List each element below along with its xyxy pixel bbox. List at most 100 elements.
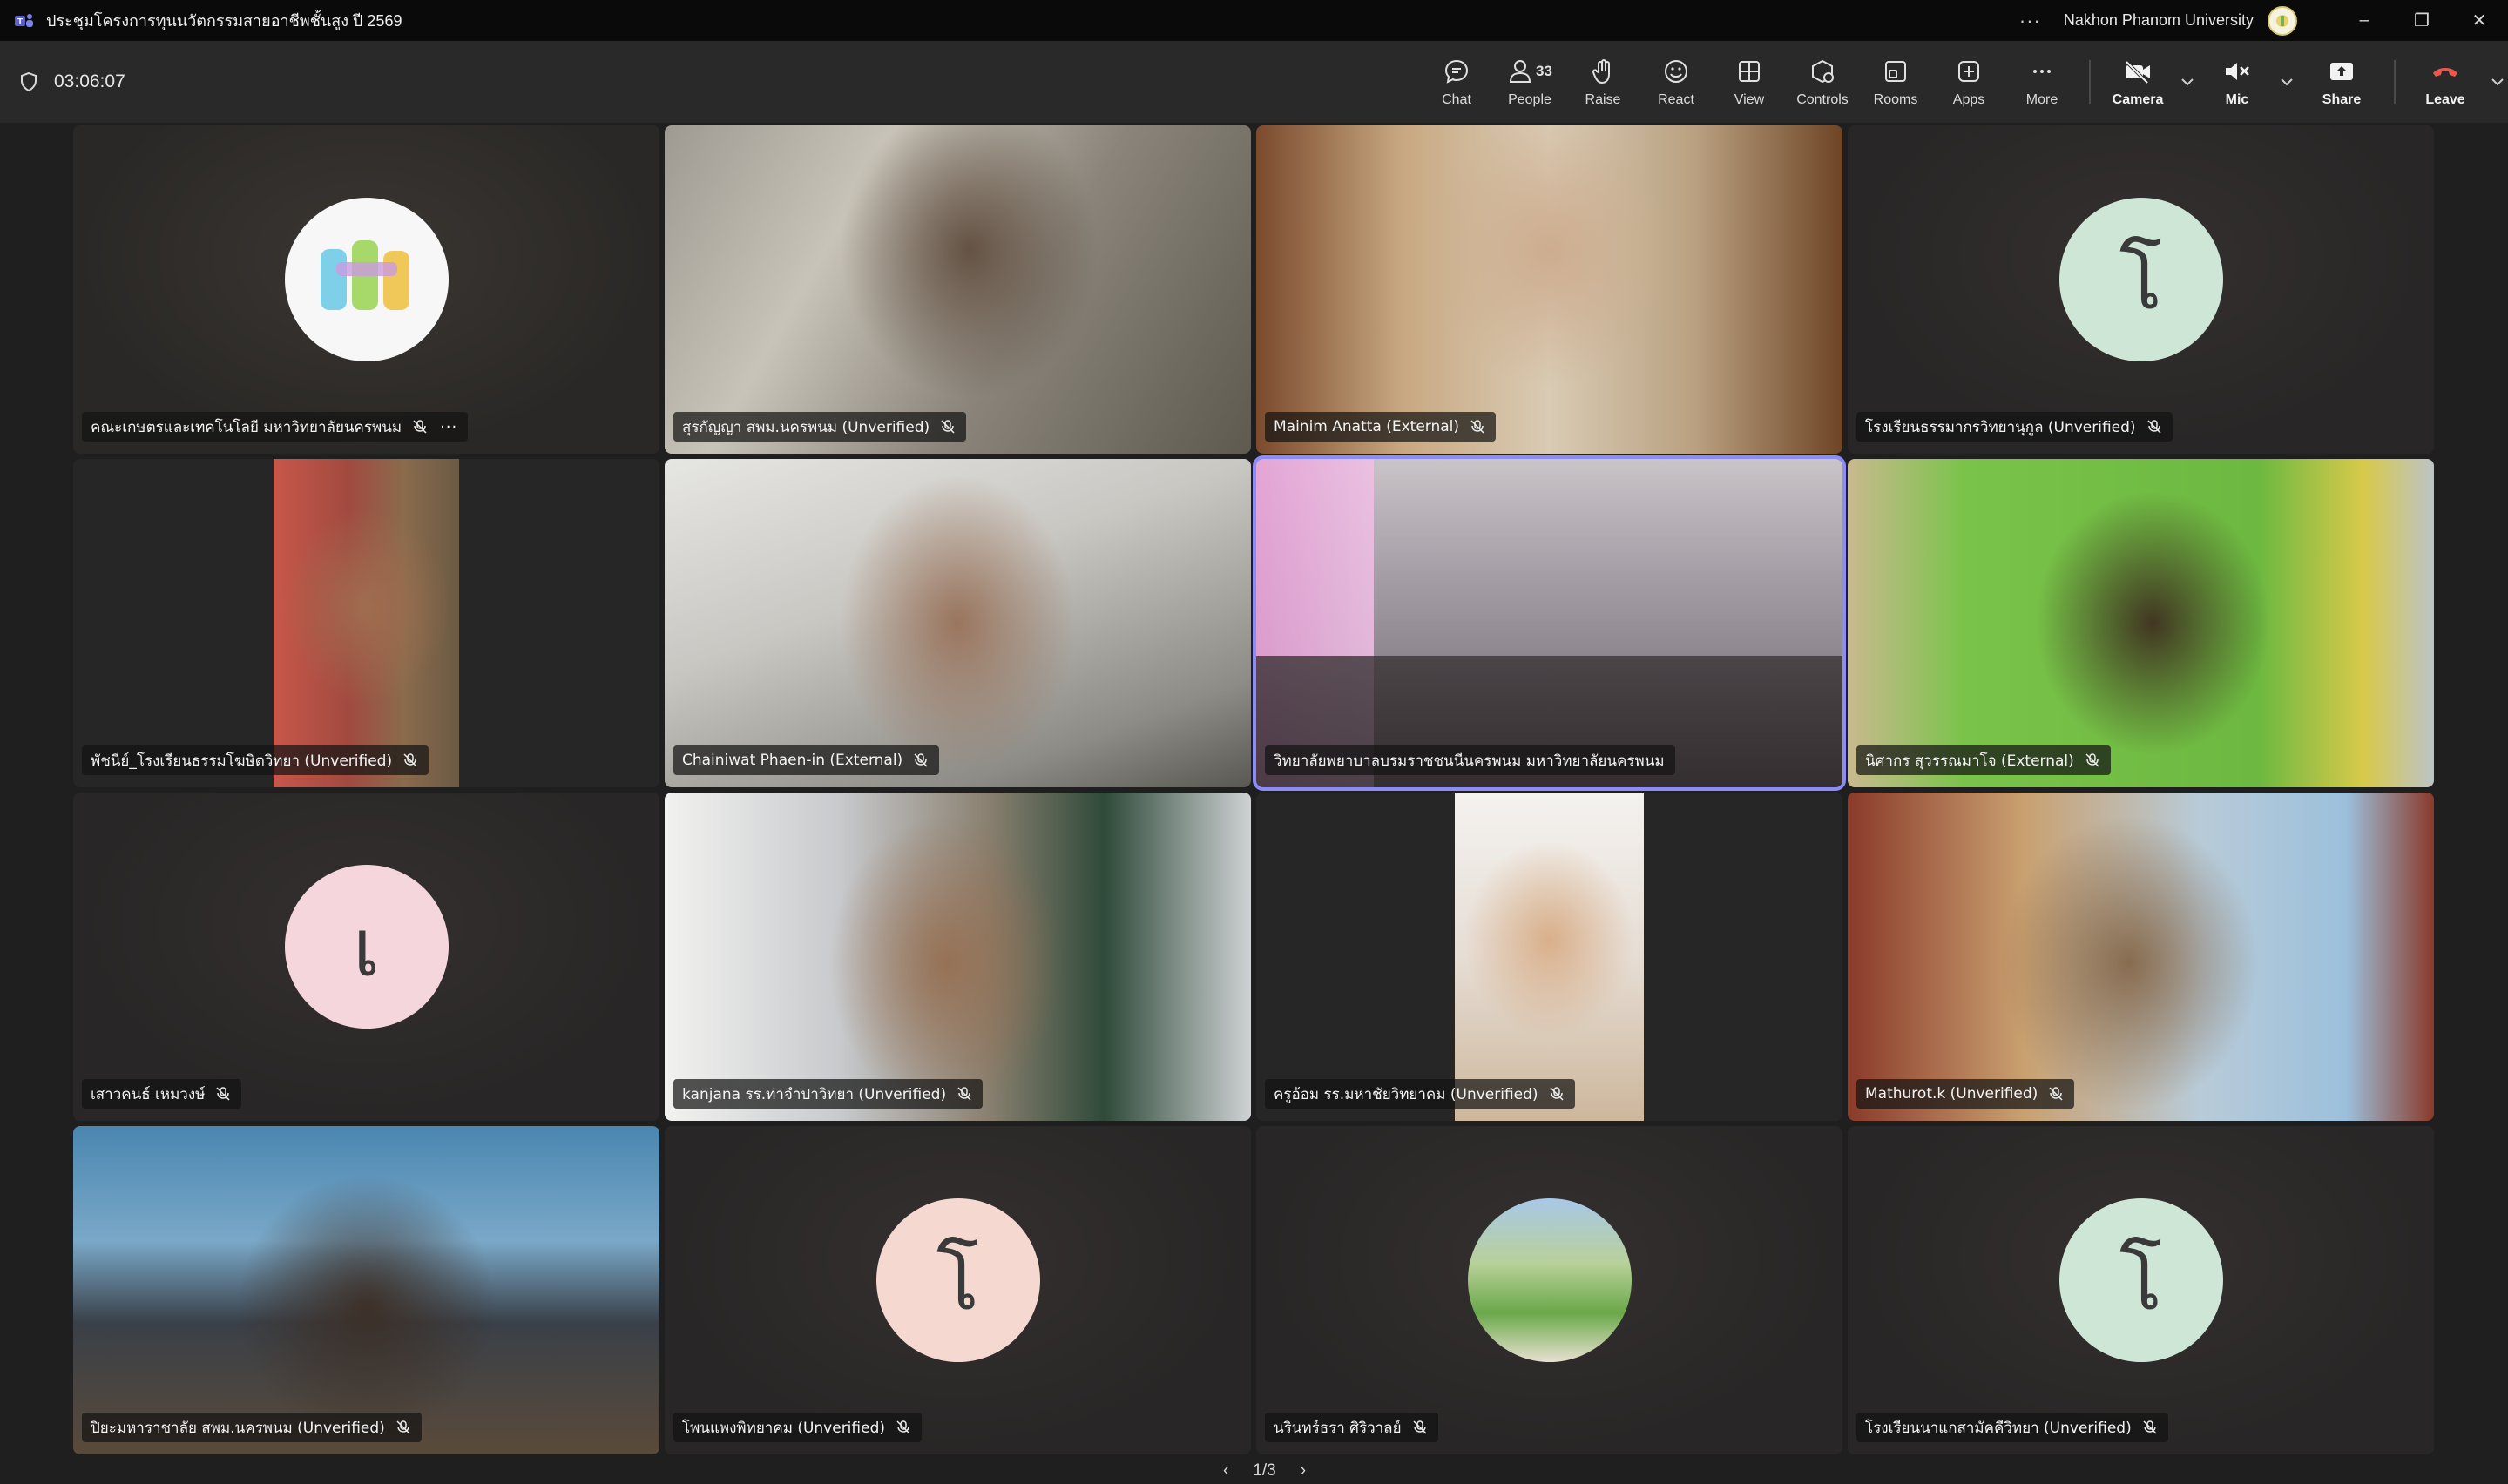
apps-label: Apps <box>1952 92 1985 107</box>
participant-name-tag: เสาวคนธ์ เหมวงษ์ <box>82 1079 242 1109</box>
leave-options-chevron-icon[interactable] <box>2484 41 2508 123</box>
raise-hand-button[interactable]: Raise <box>1566 41 1639 123</box>
participant-tile[interactable]: ปิยะมหาราชาลัย สพม.นครพนม (Unverified) <box>73 1126 659 1454</box>
teams-icon: T <box>15 11 34 30</box>
chat-icon <box>1444 59 1469 84</box>
mic-muted-icon <box>412 419 428 435</box>
participant-name-tag: โรงเรียนนาแกสามัคคีวิทยา (Unverified) <box>1856 1413 2168 1442</box>
title-bar: T ประชุมโครงการทุนนวัตกรรมสายอาชีพชั้นสู… <box>0 0 2508 41</box>
participant-tile[interactable]: คณะเกษตรและเทคโนโลยี มหาวิทยาลัยนครพนม ·… <box>73 125 659 454</box>
participant-tile-active-speaker[interactable]: วิทยาลัยพยาบาลบรมราชชนนีนครพนม มหาวิทยาล… <box>1256 459 1842 787</box>
mic-muted-icon <box>395 1420 411 1435</box>
title-more-button[interactable]: ··· <box>2019 10 2041 32</box>
close-button[interactable]: ✕ <box>2451 0 2508 41</box>
participant-name: นิศากร สุวรรณมาโจ (External) <box>1865 752 2074 770</box>
participant-initial-avatar: โ <box>2058 198 2223 362</box>
grid-view-icon <box>1739 61 1760 82</box>
participant-more-button[interactable]: ··· <box>440 418 457 436</box>
next-page-button[interactable]: › <box>1301 1461 1306 1481</box>
more-button[interactable]: More <box>2005 41 2079 123</box>
participant-name-tag: Mainim Anatta (External) <box>1265 412 1497 442</box>
camera-button[interactable]: Camera <box>2101 41 2174 123</box>
mic-muted-icon <box>2226 63 2249 80</box>
participant-name-tag: วิทยาลัยพยาบาลบรมราชชนนีนครพนม มหาวิทยาล… <box>1265 745 1675 775</box>
camera-options-chevron-icon[interactable] <box>2174 41 2200 123</box>
participant-tile[interactable]: โ โรงเรียนนาแกสามัคคีวิทยา (Unverified) <box>1848 1126 2434 1454</box>
people-count: 33 <box>1536 63 1552 79</box>
participant-name-tag: พัชนีย์_โรงเรียนธรรมโฆษิตวิทยา (Unverifi… <box>82 745 429 775</box>
elapsed-time: 03:06:07 <box>54 71 125 91</box>
chat-button[interactable]: Chat <box>1420 41 1493 123</box>
participant-tile[interactable]: พัชนีย์_โรงเรียนธรรมโฆษิตวิทยา (Unverifi… <box>73 459 659 787</box>
participant-name: ครูอ้อม รร.มหาชัยวิทยาคม (Unverified) <box>1274 1085 1538 1103</box>
participant-name-tag: Chainiwat Phaen-in (External) <box>673 745 940 775</box>
mic-options-chevron-icon[interactable] <box>2274 41 2300 123</box>
leave-label: Leave <box>2425 92 2465 107</box>
window-title: ประชุมโครงการทุนนวัตกรรมสายอาชีพชั้นสูง … <box>46 12 402 30</box>
org-name[interactable]: Nakhon Phanom University <box>2064 11 2254 30</box>
participant-name: โรงเรียนธรรมากรวิทยานุกูล (Unverified) <box>1865 418 2136 436</box>
hang-up-icon <box>2433 68 2457 77</box>
participant-name: พัชนีย์_โรงเรียนธรรมโฆษิตวิทยา (Unverifi… <box>91 752 393 770</box>
participant-initial-avatar: โ <box>875 1198 1040 1363</box>
participant-name-tag: นิศากร สุวรรณมาโจ (External) <box>1856 745 2111 775</box>
rooms-label: Rooms <box>1873 92 1918 107</box>
chat-label: Chat <box>1442 92 1471 107</box>
minimize-button[interactable]: – <box>2336 0 2393 41</box>
participant-tile[interactable]: โ โพนแพงพิทยาคม (Unverified) <box>665 1126 1251 1454</box>
view-button[interactable]: View <box>1713 41 1786 123</box>
participant-name: ปิยะมหาราชาลัย สพม.นครพนม (Unverified) <box>91 1419 385 1437</box>
mic-muted-icon <box>2085 752 2100 768</box>
camera-label: Camera <box>2112 92 2164 107</box>
participant-tile[interactable]: นรินทร์ธรา ศิริวาลย์ <box>1256 1126 1842 1454</box>
participant-tile[interactable]: Chainiwat Phaen-in (External) <box>665 459 1251 787</box>
mic-muted-icon <box>2142 1420 2158 1435</box>
grid-pagination: ‹ 1/3 › <box>1211 1461 1318 1481</box>
share-button[interactable]: Share <box>2300 41 2383 123</box>
participant-tile[interactable]: เ เสาวคนธ์ เหมวงษ์ <box>73 793 659 1121</box>
participant-tile[interactable]: ครูอ้อม รร.มหาชัยวิทยาคม (Unverified) <box>1256 793 1842 1121</box>
toolbar-separator <box>2394 60 2396 104</box>
share-label: Share <box>2322 92 2362 107</box>
previous-page-button[interactable]: ‹ <box>1223 1461 1228 1481</box>
participant-name: เสาวคนธ์ เหมวงษ์ <box>91 1085 206 1103</box>
mic-muted-icon <box>1549 1086 1565 1102</box>
mic-muted-icon <box>1412 1420 1428 1435</box>
view-label: View <box>1734 92 1765 107</box>
participant-name: kanjana รร.ท่าจำปาวิทยา (Unverified) <box>682 1085 947 1103</box>
participant-tile[interactable]: Mathurot.k (Unverified) <box>1848 793 2434 1121</box>
people-button[interactable]: 33 People <box>1493 41 1566 123</box>
participant-initial-avatar: โ <box>2058 1198 2223 1363</box>
participant-photo-avatar <box>1467 1198 1632 1363</box>
mic-muted-icon <box>215 1086 231 1102</box>
participant-tile[interactable]: Mainim Anatta (External) <box>1256 125 1842 454</box>
share-screen-icon <box>2330 63 2353 80</box>
mic-button[interactable]: Mic <box>2200 41 2274 123</box>
participant-name-tag: คณะเกษตรและเทคโนโลยี มหาวิทยาลัยนครพนม ·… <box>82 412 469 442</box>
participant-name-tag: นรินทร์ธรา ศิริวาลย์ <box>1265 1413 1438 1442</box>
controls-label: Controls <box>1796 92 1849 107</box>
participant-tile[interactable]: โ โรงเรียนธรรมากรวิทยานุกูล (Unverified) <box>1848 125 2434 454</box>
controls-icon <box>1812 59 1834 84</box>
controls-button[interactable]: Controls <box>1786 41 1859 123</box>
mic-muted-icon <box>913 752 929 768</box>
svg-text:T: T <box>17 17 23 27</box>
participant-name: สุรกัญญา สพม.นครพนม (Unverified) <box>682 418 930 436</box>
mic-muted-icon <box>940 419 956 435</box>
mic-muted-icon <box>2048 1086 2064 1102</box>
participant-name-tag: ปิยะมหาราชาลัย สพม.นครพนม (Unverified) <box>82 1413 422 1442</box>
participant-tile[interactable]: kanjana รร.ท่าจำปาวิทยา (Unverified) <box>665 793 1251 1121</box>
leave-button[interactable]: Leave <box>2406 41 2484 123</box>
restore-button[interactable]: ❐ <box>2393 0 2451 41</box>
rooms-button[interactable]: Rooms <box>1859 41 1932 123</box>
react-button[interactable]: React <box>1639 41 1713 123</box>
mic-label: Mic <box>2225 92 2249 107</box>
apps-button[interactable]: Apps <box>1932 41 2005 123</box>
people-icon <box>1510 60 1531 83</box>
participant-tile[interactable]: สุรกัญญา สพม.นครพนม (Unverified) <box>665 125 1251 454</box>
participant-name-tag: ครูอ้อม รร.มหาชัยวิทยาคม (Unverified) <box>1265 1079 1575 1109</box>
participant-tile[interactable]: นิศากร สุวรรณมาโจ (External) <box>1848 459 2434 787</box>
org-avatar[interactable] <box>2268 5 2297 36</box>
participant-initial-avatar: เ <box>284 865 449 1029</box>
page-indicator: 1/3 <box>1253 1461 1276 1480</box>
